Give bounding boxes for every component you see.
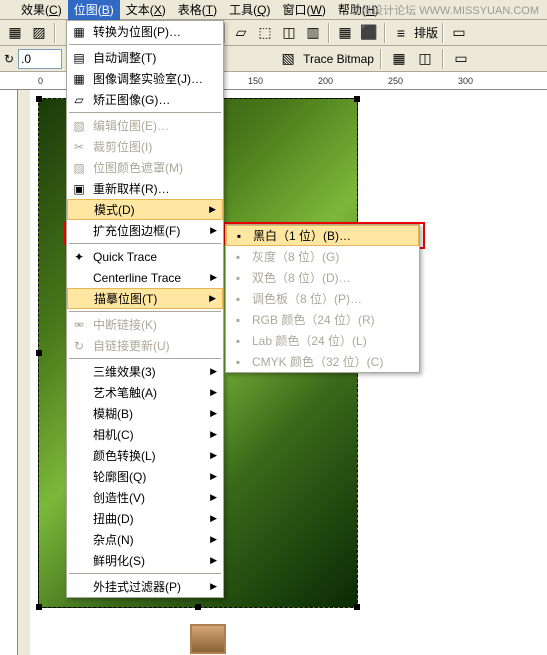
menu-item-29[interactable]: 鲜明化(S)▶ (67, 550, 223, 571)
handle-bl[interactable] (36, 604, 42, 610)
tool-btn-10[interactable]: ▭ (448, 22, 470, 44)
menu-item-6: ▧编辑位图(E)… (67, 115, 223, 136)
handle-ml[interactable] (36, 350, 42, 356)
menu-item-10[interactable]: 模式(D)▶ (67, 199, 223, 220)
menubar: 效果(C) 位图(B) 文本(X) 表格(T) 工具(Q) 窗口(W) 帮助(H… (0, 0, 547, 20)
submenu-item-0[interactable]: ▪黑白（1 位）(B)… (226, 225, 419, 246)
mode-submenu: ▪黑白（1 位）(B)…▪灰度（8 位）(G)▪双色（8 位）(D)…▪调色板（… (225, 224, 420, 373)
bitmap-menu: ▦转换为位图(P)… ▤自动调整(T)▦图像调整实验室(J)…▱矫正图像(G)… ▧… (66, 20, 224, 598)
layout-label: 排版 (414, 24, 438, 41)
tool-btn-5[interactable]: ◫ (278, 22, 300, 44)
menu-item-4[interactable]: ▱矫正图像(G)… (67, 89, 223, 110)
menu-item-13[interactable]: ✦Quick Trace (67, 246, 223, 267)
thumbnail-bar (190, 624, 226, 654)
handle-tr[interactable] (354, 96, 360, 102)
submenu-item-6: ▪CMYK 颜色（32 位）(C) (226, 351, 419, 372)
menu-item-15[interactable]: 描摹位图(T)▶ (67, 288, 223, 309)
tool-btn-8[interactable]: ⬛ (358, 22, 380, 44)
tool-btn-2[interactable]: ▨ (28, 22, 50, 44)
submenu-item-4: ▪RGB 颜色（24 位）(R) (226, 309, 419, 330)
menu-tools[interactable]: 工具(Q) (223, 0, 276, 20)
tool-btn-7[interactable]: ▦ (334, 22, 356, 44)
menu-item-14[interactable]: Centerline Trace▶ (67, 267, 223, 288)
menu-text[interactable]: 文本(X) (120, 0, 172, 20)
menu-bitmap[interactable]: 位图(B) (68, 0, 120, 20)
menu-item-26[interactable]: 创造性(V)▶ (67, 487, 223, 508)
tool-btn-4[interactable]: ⬚ (254, 22, 276, 44)
menu-item-18: ↻自链接更新(U) (67, 335, 223, 356)
menu-item-22[interactable]: 模糊(B)▶ (67, 403, 223, 424)
thumbnail-1[interactable] (190, 624, 226, 654)
tb2-btn-3[interactable]: ▭ (450, 48, 472, 70)
ruler-vertical (0, 90, 18, 655)
submenu-item-5: ▪Lab 颜色（24 位）(L) (226, 330, 419, 351)
menu-window[interactable]: 窗口(W) (276, 0, 331, 20)
menu-item-28[interactable]: 杂点(N)▶ (67, 529, 223, 550)
handle-tl[interactable] (36, 96, 42, 102)
rotation-icon: ↻ (4, 52, 14, 66)
tool-btn-3[interactable]: ▱ (230, 22, 252, 44)
submenu-item-1: ▪灰度（8 位）(G) (226, 246, 419, 267)
menu-item-0[interactable]: ▦转换为位图(P)… (67, 21, 223, 42)
handle-bm[interactable] (195, 604, 201, 610)
tb2-btn-1[interactable]: ▦ (388, 48, 410, 70)
tool-btn-9[interactable]: ≡ (390, 22, 412, 44)
menu-item-8: ▨位图颜色遮罩(M) (67, 157, 223, 178)
menu-table[interactable]: 表格(T) (172, 0, 223, 20)
menu-item-3[interactable]: ▦图像调整实验室(J)… (67, 68, 223, 89)
tool-btn-6[interactable]: ▥ (302, 22, 324, 44)
menu-item-31[interactable]: 外挂式过滤器(P)▶ (67, 576, 223, 597)
menu-item-20[interactable]: 三维效果(3)▶ (67, 361, 223, 382)
edit-bitmap-icon[interactable]: ▧ (277, 48, 299, 70)
menu-item-21[interactable]: 艺术笔触(A)▶ (67, 382, 223, 403)
menu-item-24[interactable]: 颜色转换(L)▶ (67, 445, 223, 466)
handle-br[interactable] (354, 604, 360, 610)
menu-item-25[interactable]: 轮廓图(Q)▶ (67, 466, 223, 487)
menu-item-17: ⚮中断链接(K) (67, 314, 223, 335)
tb2-btn-2[interactable]: ◫ (414, 48, 436, 70)
submenu-item-3: ▪调色板（8 位）(P)… (226, 288, 419, 309)
tool-btn-1[interactable]: ▦ (4, 22, 26, 44)
watermark: 思缘设计论坛 WWW.MISSYUAN.COM (350, 2, 539, 18)
trace-bitmap-label[interactable]: Trace Bitmap (303, 52, 374, 66)
menu-item-23[interactable]: 相机(C)▶ (67, 424, 223, 445)
menu-item-27[interactable]: 扭曲(D)▶ (67, 508, 223, 529)
submenu-item-2: ▪双色（8 位）(D)… (226, 267, 419, 288)
menu-item-11[interactable]: 扩充位图边框(F)▶ (67, 220, 223, 241)
menu-item-7: ✂裁剪位图(I) (67, 136, 223, 157)
menu-item-9[interactable]: ▣重新取样(R)… (67, 178, 223, 199)
rotation-input[interactable]: .0 (18, 49, 62, 69)
menu-effects[interactable]: 效果(C) (15, 0, 68, 20)
menu-item-2[interactable]: ▤自动调整(T) (67, 47, 223, 68)
